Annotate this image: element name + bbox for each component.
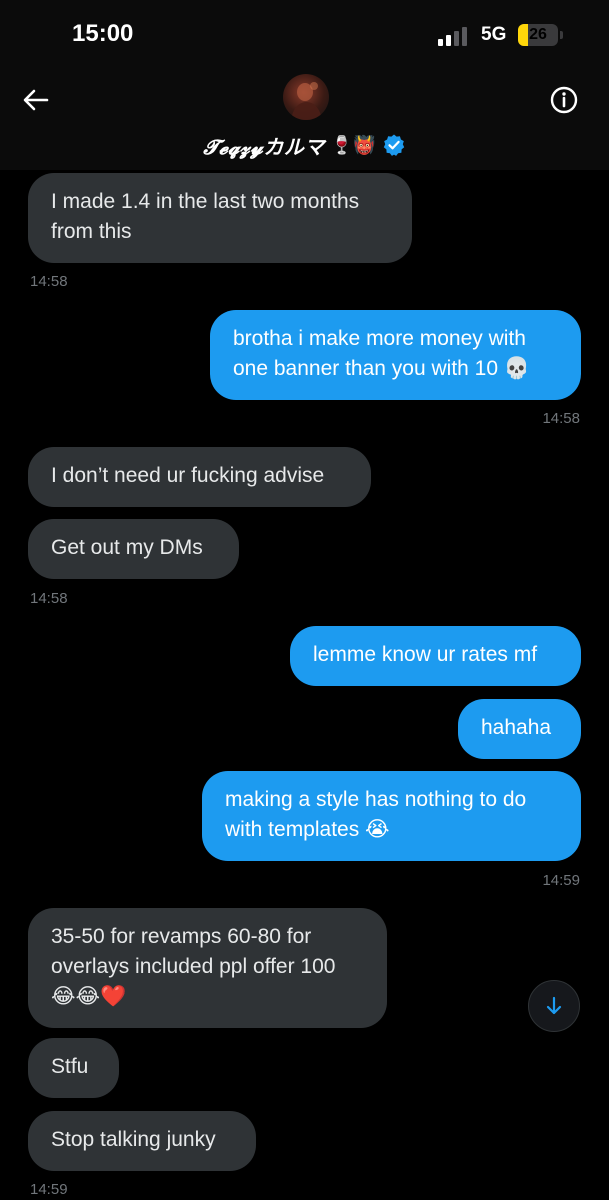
back-button[interactable] xyxy=(18,82,54,118)
signal-bar xyxy=(462,27,467,46)
message-timestamp: 14:58 xyxy=(30,590,68,607)
contact-name-emojis: 🍷👹 xyxy=(330,134,376,155)
contact-avatar[interactable] xyxy=(283,74,329,120)
message-timestamp: 14:58 xyxy=(30,273,68,290)
arrow-down-icon xyxy=(546,996,562,1015)
status-time: 15:00 xyxy=(72,20,134,47)
battery-cap xyxy=(560,31,563,39)
message-bubble-outgoing[interactable]: hahaha xyxy=(458,699,581,759)
battery-percent: 26 xyxy=(529,26,547,43)
conversation-header: 𝓣𝓮𝓺𝔃𝔂カルマ 🍷👹 xyxy=(0,70,609,170)
message-bubble-outgoing[interactable]: brotha i make more money with one banner… xyxy=(210,310,581,400)
message-bubble-incoming[interactable]: 35-50 for revamps 60-80 for overlays inc… xyxy=(28,908,387,1028)
message-bubble-incoming[interactable]: I don’t need ur fucking advise xyxy=(28,447,371,507)
signal-bar xyxy=(446,35,451,46)
message-timestamp: 14:59 xyxy=(542,872,580,889)
battery-icon: 26 xyxy=(518,24,558,46)
message-bubble-incoming[interactable]: Get out my DMs xyxy=(28,519,239,579)
message-bubble-incoming[interactable]: Stop talking junky xyxy=(28,1111,256,1171)
message-bubble-incoming[interactable]: I made 1.4 in the last two months from t… xyxy=(28,173,412,263)
contact-name: 𝓣𝓮𝓺𝔃𝔂カルマ xyxy=(203,134,325,159)
message-bubble-outgoing[interactable]: lemme know ur rates mf xyxy=(290,626,581,686)
cellular-signal-icon xyxy=(438,26,470,46)
network-type: 5G xyxy=(481,24,507,45)
contact-name-row[interactable]: 𝓣𝓮𝓺𝔃𝔂カルマ 🍷👹 xyxy=(0,130,609,160)
arrow-left-icon xyxy=(23,89,49,111)
scroll-to-bottom-button[interactable] xyxy=(528,980,580,1032)
avatar-image xyxy=(291,82,322,120)
message-timestamp: 14:58 xyxy=(542,410,580,427)
conversation-info-button[interactable] xyxy=(546,82,582,118)
info-circle-icon xyxy=(550,86,578,114)
signal-bar xyxy=(438,39,443,46)
message-thread: I made 1.4 in the last two months from t… xyxy=(0,170,609,1200)
signal-bar xyxy=(454,31,459,46)
status-bar: 15:00 5G 26 xyxy=(0,0,609,70)
verified-badge-icon xyxy=(383,134,404,156)
message-bubble-incoming[interactable]: Stfu xyxy=(28,1038,119,1098)
message-bubble-outgoing[interactable]: making a style has nothing to do with te… xyxy=(202,771,581,861)
message-timestamp: 14:59 xyxy=(30,1181,68,1198)
dm-conversation-screen: 15:00 5G 26 𝓣𝓮𝓺𝔃𝔂カルマ 🍷👹 I made 1.4 in th… xyxy=(0,0,609,1200)
